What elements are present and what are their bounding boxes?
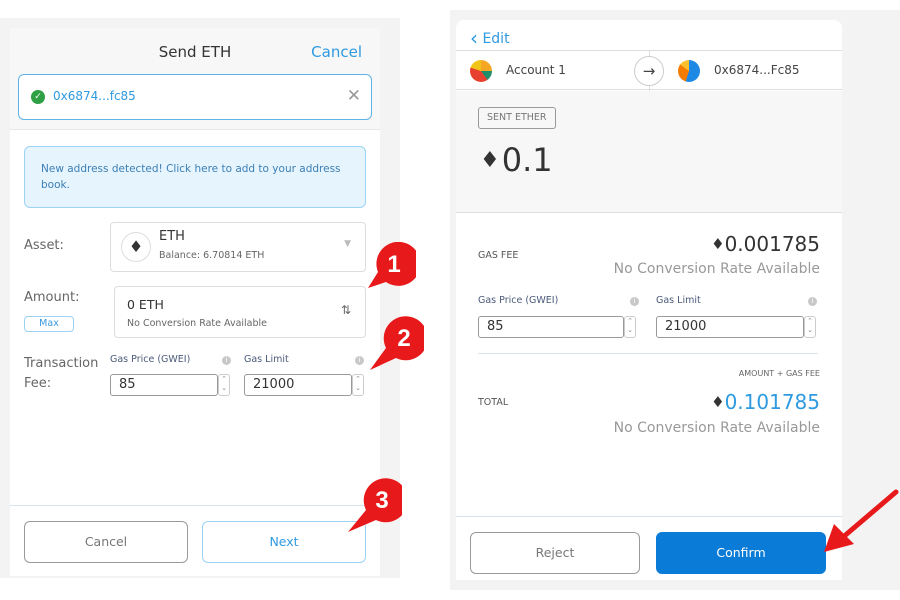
gas-price-input[interactable]: 85 — [110, 374, 218, 396]
close-icon[interactable]: ✕ — [347, 86, 361, 106]
from-account-name: Account 1 — [506, 63, 566, 77]
send-header: Send ETH Cancel ✓ 0x6874...fc85 ✕ — [10, 28, 380, 128]
amount-value: 0 ETH — [127, 297, 164, 312]
gas-limit-label: Gas Limit — [656, 295, 701, 306]
new-address-notice[interactable]: New address detected! Click here to add … — [24, 146, 366, 208]
total-value: ♦0.101785 — [711, 390, 820, 414]
next-button[interactable]: Next — [202, 521, 366, 563]
gas-price-label: Gas Price (GWEI) — [110, 354, 191, 365]
gas-limit-input[interactable]: 21000 — [656, 316, 804, 338]
sent-ether-badge: SENT ETHER — [478, 107, 556, 129]
gas-fee-amount: 0.001785 — [724, 232, 820, 256]
account-transfer-bar: Account 1 → 0x6874...Fc85 — [456, 50, 842, 91]
gas-price-stepper[interactable]: ⌃ ⌄ — [624, 316, 636, 338]
ethereum-icon: ♦ — [711, 393, 725, 411]
recipient-address: 0x6874...fc85 — [53, 89, 136, 103]
recipient-address-field[interactable]: ✓ 0x6874...fc85 ✕ — [18, 74, 372, 120]
sent-amount-value: 0.1 — [501, 141, 553, 179]
total-conversion: No Conversion Rate Available — [613, 420, 820, 436]
info-icon[interactable]: i — [630, 297, 639, 306]
amount-conversion: No Conversion Rate Available — [127, 318, 268, 329]
gas-limit-stepper[interactable]: ⌃ ⌄ — [352, 374, 364, 396]
callout-number: 3 — [375, 487, 388, 514]
callout-3: 3 — [348, 478, 402, 532]
send-eth-panel: Send ETH Cancel ✓ 0x6874...fc85 ✕ New ad… — [10, 28, 380, 576]
sent-summary: SENT ETHER ♦0.1 — [456, 91, 842, 213]
info-icon[interactable]: i — [355, 356, 364, 365]
asset-name: ETH — [159, 229, 185, 244]
fee-label-line2: Fee: — [24, 376, 52, 391]
divider — [478, 353, 818, 354]
max-button[interactable]: Max — [24, 316, 74, 332]
amount-label: Amount: — [24, 290, 80, 305]
amount-input[interactable]: 0 ETH No Conversion Rate Available ⇅ — [114, 286, 366, 338]
info-icon[interactable]: i — [222, 356, 231, 365]
ethereum-icon: ♦ — [480, 148, 500, 173]
chevron-down-icon: ▼ — [344, 239, 351, 249]
gas-limit-stepper[interactable]: ⌃ ⌄ — [804, 316, 816, 338]
cancel-button[interactable]: Cancel — [24, 521, 188, 563]
gas-fee-conversion: No Conversion Rate Available — [613, 261, 820, 277]
gas-price-input[interactable]: 85 — [478, 316, 624, 338]
gas-price-stepper[interactable]: ⌃ ⌄ — [218, 374, 230, 396]
confirm-panel: ‹ Edit Account 1 → 0x6874...Fc85 SENT ET… — [456, 20, 842, 580]
confirm-button[interactable]: Confirm — [656, 532, 826, 574]
edit-link[interactable]: ‹ Edit — [470, 26, 510, 50]
red-arrow-annotation — [824, 489, 899, 552]
swap-currency-icon[interactable]: ⇅ — [341, 303, 351, 317]
fee-label-line1: Transaction — [24, 356, 99, 371]
asset-label: Asset: — [24, 238, 64, 253]
to-avatar — [678, 60, 700, 82]
gas-limit-label: Gas Limit — [244, 354, 289, 365]
total-amount: 0.101785 — [724, 390, 820, 414]
callout-1: 1 — [368, 242, 416, 288]
total-caption: AMOUNT + GAS FEE — [738, 369, 820, 378]
asset-balance: Balance: 6.70814 ETH — [159, 250, 265, 261]
to-account-address: 0x6874...Fc85 — [714, 63, 800, 77]
ethereum-icon: ♦ — [711, 235, 725, 253]
gas-fee-label: GAS FEE — [478, 250, 519, 261]
from-avatar — [470, 60, 492, 82]
reject-button[interactable]: Reject — [470, 532, 640, 574]
confirm-footer: Reject Confirm — [456, 516, 842, 580]
send-footer: Cancel Next — [10, 505, 380, 576]
callout-number: 1 — [387, 251, 400, 278]
gas-price-label: Gas Price (GWEI) — [478, 295, 559, 306]
gas-limit-input[interactable]: 21000 — [244, 374, 352, 396]
info-icon[interactable]: i — [808, 297, 817, 306]
header-cancel-link[interactable]: Cancel — [311, 43, 362, 61]
chevron-left-icon: ‹ — [470, 26, 478, 50]
total-label: TOTAL — [478, 397, 509, 408]
callout-number: 2 — [397, 325, 410, 352]
sent-amount: ♦0.1 — [480, 141, 553, 179]
edit-label: Edit — [482, 31, 510, 47]
arrow-right-icon: → — [634, 56, 664, 86]
check-circle-icon: ✓ — [31, 90, 45, 104]
gas-fee-value: ♦0.001785 — [711, 232, 820, 256]
callout-2: 2 — [370, 316, 424, 370]
asset-dropdown[interactable]: ♦ ETH Balance: 6.70814 ETH ▼ — [110, 222, 366, 272]
ethereum-icon: ♦ — [121, 232, 151, 262]
send-form: New address detected! Click here to add … — [10, 129, 380, 505]
